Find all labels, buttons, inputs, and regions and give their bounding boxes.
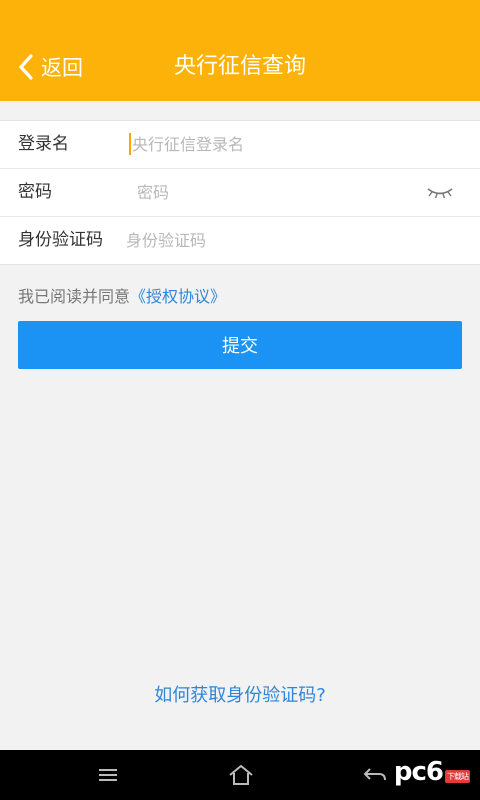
agreement-link[interactable]: 《授权协议》 bbox=[130, 287, 226, 306]
menu-icon[interactable] bbox=[96, 763, 120, 787]
form-row-verify-code: 身份验证码 bbox=[0, 217, 480, 264]
form-row-username: 登录名 bbox=[0, 121, 480, 169]
text-cursor bbox=[129, 133, 131, 155]
watermark-sub: 下载站 bbox=[445, 770, 470, 783]
login-form: 登录名 密码 身份验证码 bbox=[0, 120, 480, 265]
password-label: 密码 bbox=[18, 182, 52, 202]
app-header: 返回 央行征信查询 bbox=[0, 0, 480, 101]
eye-closed-icon[interactable] bbox=[426, 184, 454, 202]
watermark-logo: pc 6 下载站 bbox=[394, 757, 470, 787]
watermark-six: 6 bbox=[425, 757, 444, 787]
watermark-pc: pc bbox=[393, 757, 427, 787]
verify-code-label: 身份验证码 bbox=[18, 230, 103, 250]
agreement-line: 我已阅读并同意《授权协议》 bbox=[18, 283, 226, 307]
back-arrow-icon[interactable] bbox=[362, 763, 388, 787]
agreement-prefix: 我已阅读并同意 bbox=[18, 287, 131, 306]
username-label: 登录名 bbox=[18, 134, 69, 154]
help-link[interactable]: 如何获取身份验证码? bbox=[0, 681, 480, 707]
submit-button[interactable]: 提交 bbox=[18, 321, 462, 369]
verify-code-input[interactable] bbox=[126, 225, 456, 256]
form-row-password: 密码 bbox=[0, 169, 480, 217]
page-title: 央行征信查询 bbox=[173, 54, 306, 79]
password-input[interactable] bbox=[137, 177, 407, 208]
home-icon[interactable] bbox=[228, 763, 254, 787]
username-input[interactable] bbox=[132, 129, 452, 160]
